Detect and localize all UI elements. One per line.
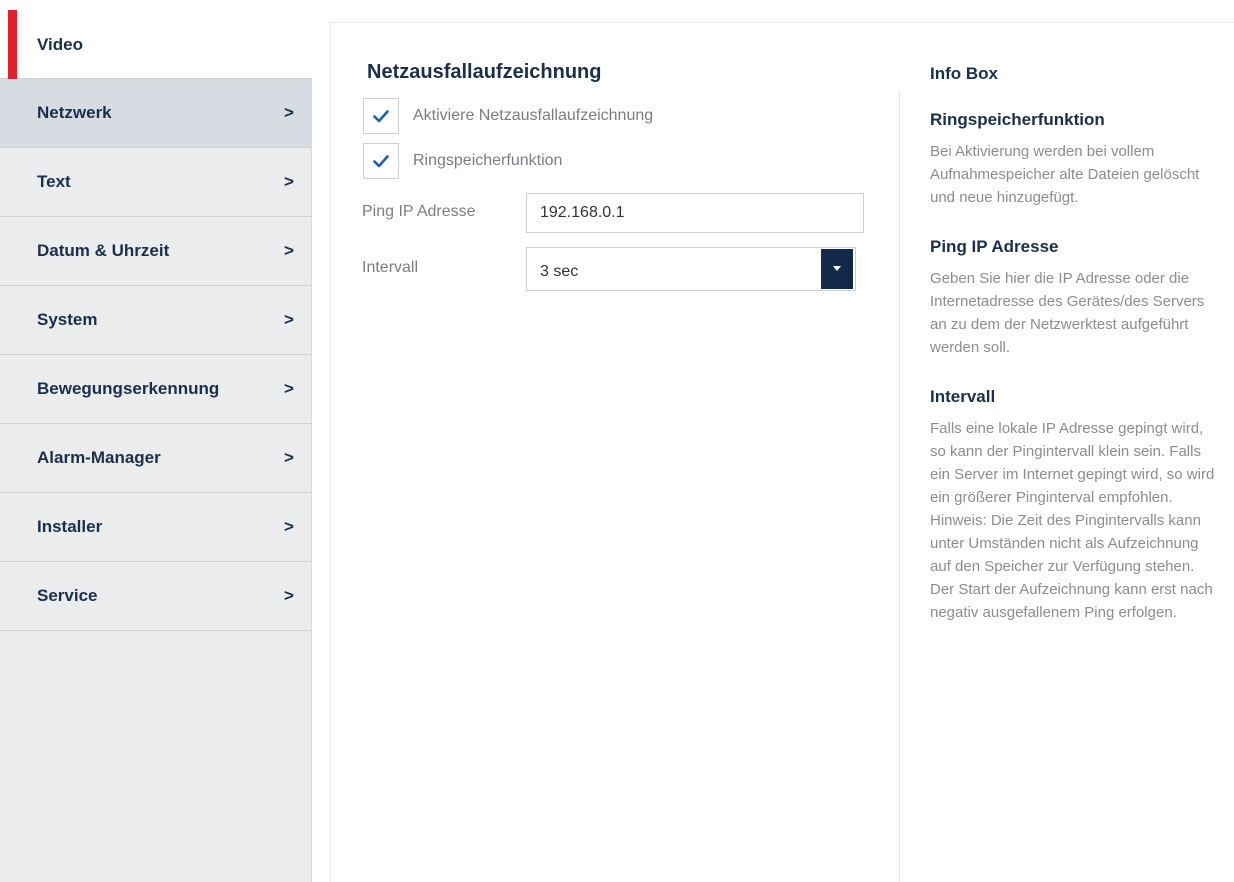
info-box-title: Info Box xyxy=(930,64,998,83)
settings-panel: Netzausfallaufzeichnung Aktiviere Netzau… xyxy=(330,22,1234,882)
sidebar: Video Netzwerk > Text > Datum & Uhrzeit … xyxy=(0,0,312,882)
ping-ip-label: Ping IP Adresse xyxy=(362,203,476,220)
info-heading-intervall: Intervall xyxy=(930,387,996,406)
info-divider xyxy=(899,91,900,882)
chevron-right-icon: > xyxy=(284,517,294,536)
section-title: Netzausfallaufzeichnung xyxy=(367,61,602,83)
interval-select[interactable]: 3 sec xyxy=(526,247,856,291)
checkmark-icon xyxy=(373,155,389,168)
chevron-right-icon: > xyxy=(284,379,294,398)
sidebar-item-video[interactable]: Video xyxy=(0,0,312,80)
chevron-right-icon: > xyxy=(284,310,294,329)
ring-buffer-checkbox[interactable] xyxy=(363,143,399,179)
activate-power-failure-recording-row: Aktiviere Netzausfallaufzeichnung xyxy=(363,98,653,134)
active-indicator xyxy=(8,10,17,80)
sidebar-item-label: Service xyxy=(37,586,98,605)
info-heading-ringspeicher: Ringspeicherfunktion xyxy=(930,110,1105,129)
interval-value: 3 sec xyxy=(540,263,579,280)
info-text-ringspeicher: Bei Aktivierung werden bei vollem Aufnah… xyxy=(930,143,1200,206)
sidebar-item-installer[interactable]: Installer > xyxy=(0,493,312,562)
chevron-right-icon: > xyxy=(284,241,294,260)
interval-label: Intervall xyxy=(362,259,419,276)
checkbox-label: Aktiviere Netzausfallaufzeichnung xyxy=(413,107,654,124)
info-text-intervall: Falls eine lokale IP Adresse gepingt wir… xyxy=(930,420,1215,621)
info-text-ping: Geben Sie hier die IP Adresse oder die I… xyxy=(930,270,1205,356)
chevron-right-icon: > xyxy=(284,172,294,191)
info-heading-ping: Ping IP Adresse xyxy=(930,237,1059,256)
sidebar-item-label: Alarm-Manager xyxy=(37,448,161,467)
sidebar-item-system[interactable]: System > xyxy=(0,286,312,355)
chevron-right-icon: > xyxy=(284,586,294,605)
sidebar-item-text[interactable]: Text > xyxy=(0,148,312,217)
sidebar-item-label: System xyxy=(37,310,98,329)
sidebar-item-label: Video xyxy=(37,35,83,54)
checkmark-icon xyxy=(373,110,389,123)
chevron-right-icon: > xyxy=(284,448,294,467)
sidebar-item-netzwerk[interactable]: Netzwerk > xyxy=(0,79,312,148)
sidebar-item-alarm-manager[interactable]: Alarm-Manager > xyxy=(0,424,312,493)
checkbox-label: Ringspeicherfunktion xyxy=(413,152,563,169)
sidebar-item-bewegungserkennung[interactable]: Bewegungserkennung > xyxy=(0,355,312,424)
activate-power-failure-recording-checkbox[interactable] xyxy=(363,98,399,134)
sidebar-item-datum-uhrzeit[interactable]: Datum & Uhrzeit > xyxy=(0,217,312,286)
caret-down-icon xyxy=(833,266,841,271)
ring-buffer-row: Ringspeicherfunktion xyxy=(363,143,562,179)
sidebar-item-label: Datum & Uhrzeit xyxy=(37,241,170,260)
sidebar-item-label: Text xyxy=(37,172,71,191)
info-box: Info Box Ringspeicherfunktion Bei Aktivi… xyxy=(930,61,1220,624)
sidebar-item-label: Bewegungserkennung xyxy=(37,379,220,398)
dropdown-button[interactable] xyxy=(821,249,853,289)
ping-ip-input[interactable] xyxy=(526,193,864,233)
sidebar-item-label: Installer xyxy=(37,517,103,536)
chevron-right-icon: > xyxy=(284,103,294,122)
sidebar-item-label: Netzwerk xyxy=(37,103,112,122)
sidebar-item-service[interactable]: Service > xyxy=(0,562,312,631)
